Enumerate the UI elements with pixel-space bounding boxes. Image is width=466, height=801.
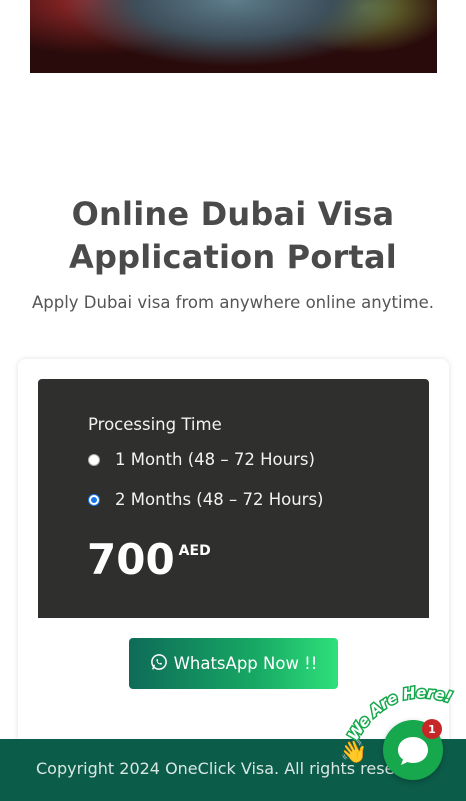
whatsapp-now-button[interactable]: WhatsApp Now !!	[129, 638, 338, 689]
page-title: Online Dubai Visa Application Portal	[69, 195, 397, 276]
waving-hand-icon: 👋	[340, 740, 368, 765]
notification-badge: 1	[422, 719, 442, 739]
option-label: 2 Months (48 – 72 Hours)	[115, 490, 324, 509]
price: 700 AED	[87, 537, 211, 583]
radio-2-months[interactable]	[88, 493, 100, 506]
processing-time-label: Processing Time	[88, 415, 222, 434]
page-subtitle: Apply Dubai visa from anywhere online an…	[31, 293, 435, 312]
whatsapp-button-label: WhatsApp Now !!	[173, 654, 318, 673]
option-2-months[interactable]: 2 Months (48 – 72 Hours)	[88, 490, 324, 509]
price-amount: 700	[87, 535, 175, 584]
pricing-panel: Processing Time 1 Month (48 – 72 Hours) …	[38, 379, 429, 618]
option-label: 1 Month (48 – 72 Hours)	[115, 450, 315, 469]
radio-1-month[interactable]	[88, 453, 100, 466]
whatsapp-icon	[150, 653, 168, 675]
price-currency: AED	[178, 543, 211, 559]
option-1-month[interactable]: 1 Month (48 – 72 Hours)	[88, 450, 315, 469]
hero-image	[30, 0, 437, 73]
